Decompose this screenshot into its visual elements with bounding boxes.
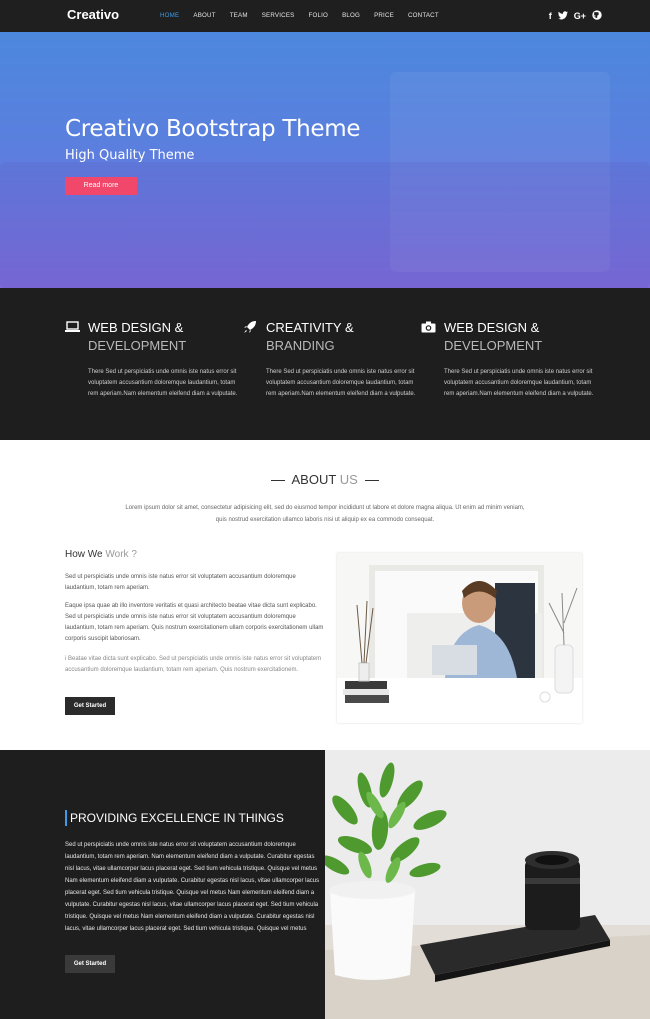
hero-title: Creativo Bootstrap Theme — [65, 116, 361, 142]
get-started-button[interactable]: Get Started — [65, 697, 115, 715]
menu-item-home[interactable]: HOME — [160, 12, 179, 19]
how-heading-accent: Work ? — [105, 549, 137, 560]
feature-title: WEB DESIGN & — [444, 320, 540, 335]
brand-logo[interactable]: Creativo — [67, 7, 119, 22]
github-icon[interactable] — [592, 10, 602, 22]
laptop-icon — [65, 320, 81, 334]
plant-camera-photo — [325, 750, 650, 1019]
about-paragraph: i Beatae vitae dicta sunt explicabo. Sed… — [65, 656, 322, 673]
social-links: f G+ — [549, 10, 602, 22]
menu-item-price[interactable]: PRICE — [374, 12, 394, 19]
menu-item-about[interactable]: ABOUT — [193, 12, 215, 19]
rocket-icon — [243, 320, 259, 334]
get-started-button-2[interactable]: Get Started — [65, 955, 115, 973]
hero-subtitle: High Quality Theme — [65, 148, 195, 163]
how-heading-main: How We — [65, 549, 103, 560]
excellence-text: Sed ut perspiciatis unde omnis iste natu… — [65, 842, 320, 932]
features-section: WEB DESIGN & DEVELOPMENT There Sed ut pe… — [0, 288, 650, 440]
about-intro-text: Lorem ipsum dolor sit amet, consectetur … — [125, 505, 525, 523]
about-title-main: ABOUT — [291, 472, 337, 487]
feature-title: WEB DESIGN & — [88, 320, 184, 335]
about-paragraph: Sed ut perspiciatis unde omnis iste natu… — [65, 574, 296, 591]
read-more-button[interactable]: Read more — [65, 177, 137, 195]
menu-item-services[interactable]: SERVICES — [262, 12, 295, 19]
title-divider-left — [270, 480, 285, 482]
main-menu: HOME ABOUT TEAM SERVICES FOLIO BLOG PRIC… — [160, 12, 453, 19]
feature-title: CREATIVITY & — [266, 320, 354, 335]
facebook-icon[interactable]: f — [549, 11, 552, 21]
menu-item-folio[interactable]: FOLIO — [308, 12, 328, 19]
feature-description: There Sed ut perspiciatis unde omnis ist… — [444, 369, 594, 397]
feature-description: There Sed ut perspiciatis unde omnis ist… — [266, 369, 416, 397]
menu-item-team[interactable]: TEAM — [230, 12, 248, 19]
about-title-accent: US — [339, 472, 358, 487]
feature-subtitle: DEVELOPMENT — [444, 338, 543, 353]
feature-subtitle: DEVELOPMENT — [88, 338, 187, 353]
office-photo — [337, 553, 582, 723]
about-section-title: ABOUT US — [0, 472, 650, 487]
hero-banner: Creativo Bootstrap Theme High Quality Th… — [0, 32, 650, 288]
top-navbar: Creativo HOME ABOUT TEAM SERVICES FOLIO … — [0, 0, 650, 32]
twitter-icon[interactable] — [557, 10, 568, 22]
feature-description: There Sed ut perspiciatis unde omnis ist… — [88, 369, 238, 397]
title-accent-bar — [65, 810, 67, 826]
menu-item-blog[interactable]: BLOG — [342, 12, 360, 19]
google-plus-icon[interactable]: G+ — [574, 11, 586, 21]
menu-item-contact[interactable]: CONTACT — [408, 12, 439, 19]
title-divider-right — [365, 480, 380, 482]
camera-icon — [421, 320, 437, 334]
feature-subtitle: BRANDING — [266, 338, 335, 353]
about-paragraph: Eaque ipsa quae ab illo inventore verita… — [65, 603, 324, 642]
excellence-title: PROVIDING EXCELLENCE IN THINGS — [70, 811, 284, 825]
how-we-work-heading: How We Work ? — [65, 549, 137, 560]
